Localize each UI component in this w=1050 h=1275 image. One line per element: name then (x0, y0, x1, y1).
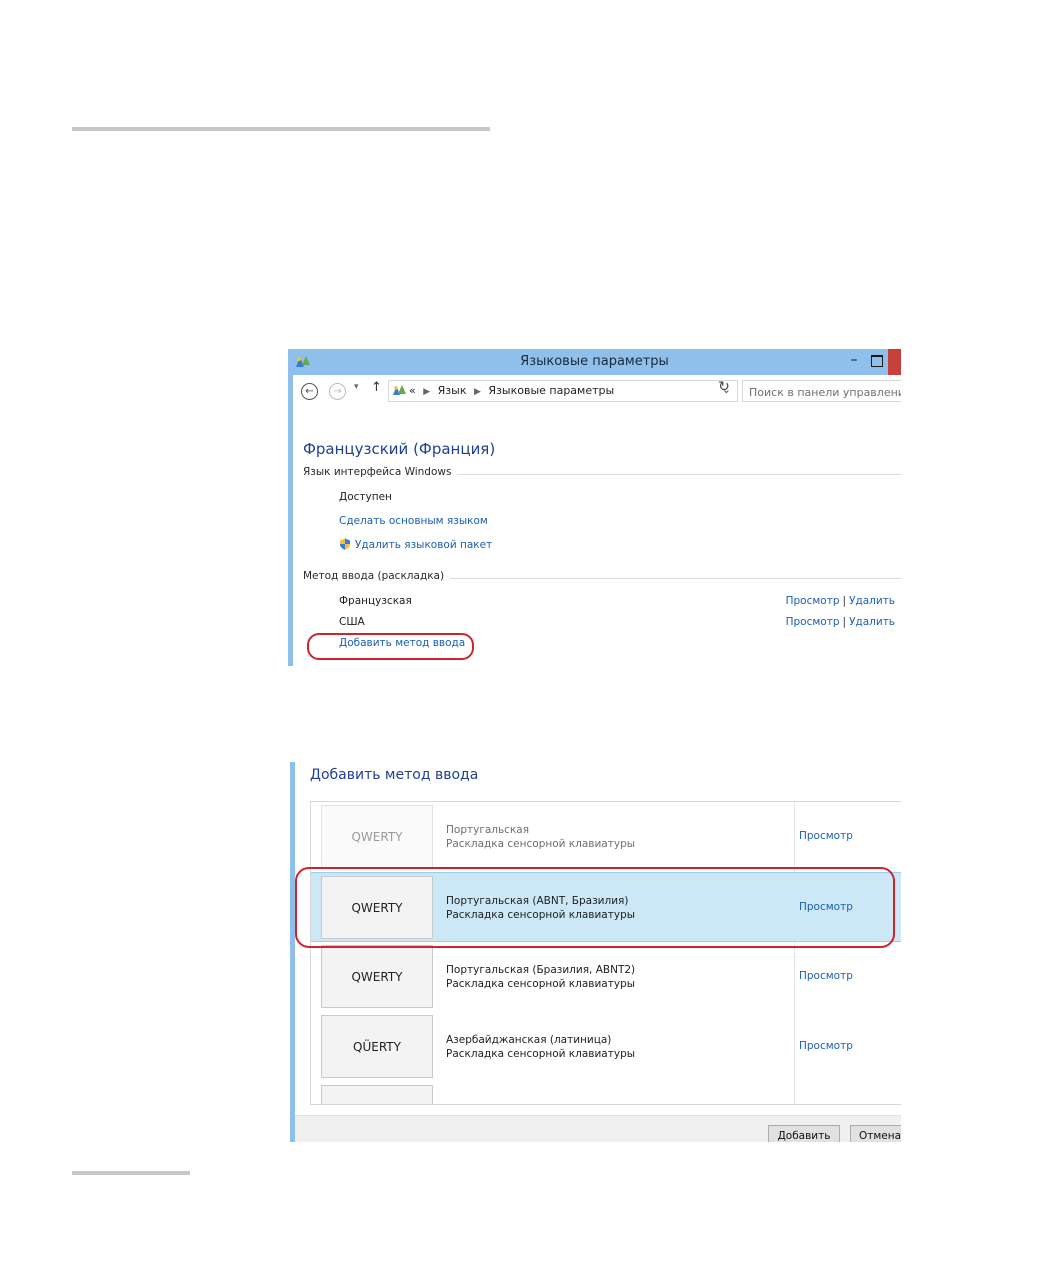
link-separator: | (842, 595, 847, 607)
layout-row[interactable]: QWERTY Португальская Раскладка сенсорной… (311, 802, 901, 872)
breadcrumb: « ▶ Язык ▶ Языковые параметры (409, 384, 614, 397)
callout-ring (295, 867, 895, 948)
input-method-name: Французская (339, 595, 412, 607)
layout-row[interactable] (311, 1082, 901, 1104)
title-bar: Языковые параметры – (288, 349, 901, 375)
search-input[interactable] (749, 386, 901, 399)
close-button[interactable] (888, 349, 901, 375)
breadcrumb-item[interactable]: Языковые параметры (488, 384, 614, 397)
preview-link[interactable]: Просмотр (799, 1040, 853, 1052)
forward-button[interactable]: → (329, 383, 346, 400)
keyboard-thumbnail: QÜERTY (321, 1015, 433, 1078)
layout-type: Раскладка сенсорной клавиатуры (446, 978, 636, 990)
layout-name: Азербайджанская (латиница) (446, 1034, 612, 1046)
input-section-header: Метод ввода (раскладка) (303, 570, 901, 586)
bottom-rule (72, 1171, 190, 1175)
breadcrumb-separator-icon: ▶ (423, 387, 431, 397)
address-toolbar: ← → ▾ ↑ « ▶ Язык ▶ Языковые параметры ⌄ … (293, 375, 901, 407)
breadcrumb-prefix[interactable]: « (409, 384, 416, 397)
layout-row[interactable]: QÜERTY Азербайджанская (латиница) Раскла… (311, 1012, 901, 1082)
layout-row[interactable]: QWERTY Португальская (Бразилия, ABNT2) Р… (311, 942, 901, 1012)
dialog-footer: Добавить Отмена (295, 1115, 901, 1142)
add-input-method-window: Добавить метод ввода QWERTY Португальска… (288, 762, 901, 1142)
cancel-button[interactable]: Отмена (850, 1125, 901, 1142)
preview-link[interactable]: Просмотр (786, 595, 840, 607)
keyboard-thumbnail: QWERTY (321, 805, 433, 868)
keyboard-thumbnail (321, 1085, 433, 1104)
language-heading: Французский (Франция) (303, 440, 496, 458)
preview-link[interactable]: Просмотр (786, 616, 840, 628)
preview-link[interactable]: Просмотр (799, 830, 853, 842)
uac-shield-icon (340, 538, 350, 550)
callout-ring (307, 633, 474, 660)
section-label: Метод ввода (раскладка) (303, 570, 451, 582)
control-panel-icon (393, 385, 406, 395)
layout-type: Раскладка сенсорной клавиатуры (446, 838, 636, 850)
breadcrumb-separator-icon: ▶ (473, 387, 481, 397)
window-border (290, 762, 295, 1142)
back-button[interactable]: ← (301, 383, 318, 400)
interface-status: Доступен (339, 491, 392, 503)
language-options-window: Языковые параметры – ← → ▾ ↑ « ▶ Язык ▶ … (288, 349, 901, 666)
input-method-actions: Просмотр | Удалить (786, 595, 895, 607)
up-button[interactable]: ↑ (371, 380, 382, 395)
minimize-button[interactable]: – (847, 352, 861, 368)
search-box[interactable] (742, 380, 901, 402)
address-bar[interactable]: « ▶ Язык ▶ Языковые параметры ⌄ (388, 380, 738, 402)
section-label: Язык интерфейса Windows (303, 466, 458, 478)
link-separator: | (842, 616, 847, 628)
remove-link[interactable]: Удалить (849, 595, 895, 607)
layout-list[interactable]: QWERTY Португальская Раскладка сенсорной… (310, 801, 901, 1105)
interface-section-header: Язык интерфейса Windows (303, 466, 901, 482)
keyboard-thumbnail: QWERTY (321, 945, 433, 1008)
remove-language-pack-link[interactable]: Удалить языковой пакет (355, 539, 492, 551)
refresh-icon[interactable]: ↻ (714, 379, 734, 399)
layout-label: Португальская (Бразилия, ABNT2) Раскладк… (446, 963, 635, 991)
layout-name: Португальская (446, 824, 530, 836)
breadcrumb-item[interactable]: Язык (438, 384, 467, 397)
window-title: Языковые параметры (520, 354, 669, 369)
maximize-button[interactable] (871, 355, 883, 367)
recent-locations-dropdown[interactable]: ▾ (354, 382, 359, 392)
layout-label: Азербайджанская (латиница) Раскладка сен… (446, 1033, 635, 1061)
top-rule (72, 127, 490, 131)
panel-heading: Добавить метод ввода (310, 767, 479, 783)
layout-type: Раскладка сенсорной клавиатуры (446, 1048, 636, 1060)
add-button[interactable]: Добавить (768, 1125, 840, 1142)
input-method-name: США (339, 616, 365, 628)
remove-link[interactable]: Удалить (849, 616, 895, 628)
preview-link[interactable]: Просмотр (799, 970, 853, 982)
remove-language-pack[interactable]: Удалить языковой пакет (339, 538, 492, 551)
layout-label: Португальская Раскладка сенсорной клавиа… (446, 823, 635, 851)
input-method-actions: Просмотр | Удалить (786, 616, 895, 628)
language-content: Французский (Франция) Язык интерфейса Wi… (293, 407, 901, 666)
layout-name: Португальская (Бразилия, ABNT2) (446, 964, 636, 976)
make-primary-link[interactable]: Сделать основным языком (339, 515, 488, 527)
